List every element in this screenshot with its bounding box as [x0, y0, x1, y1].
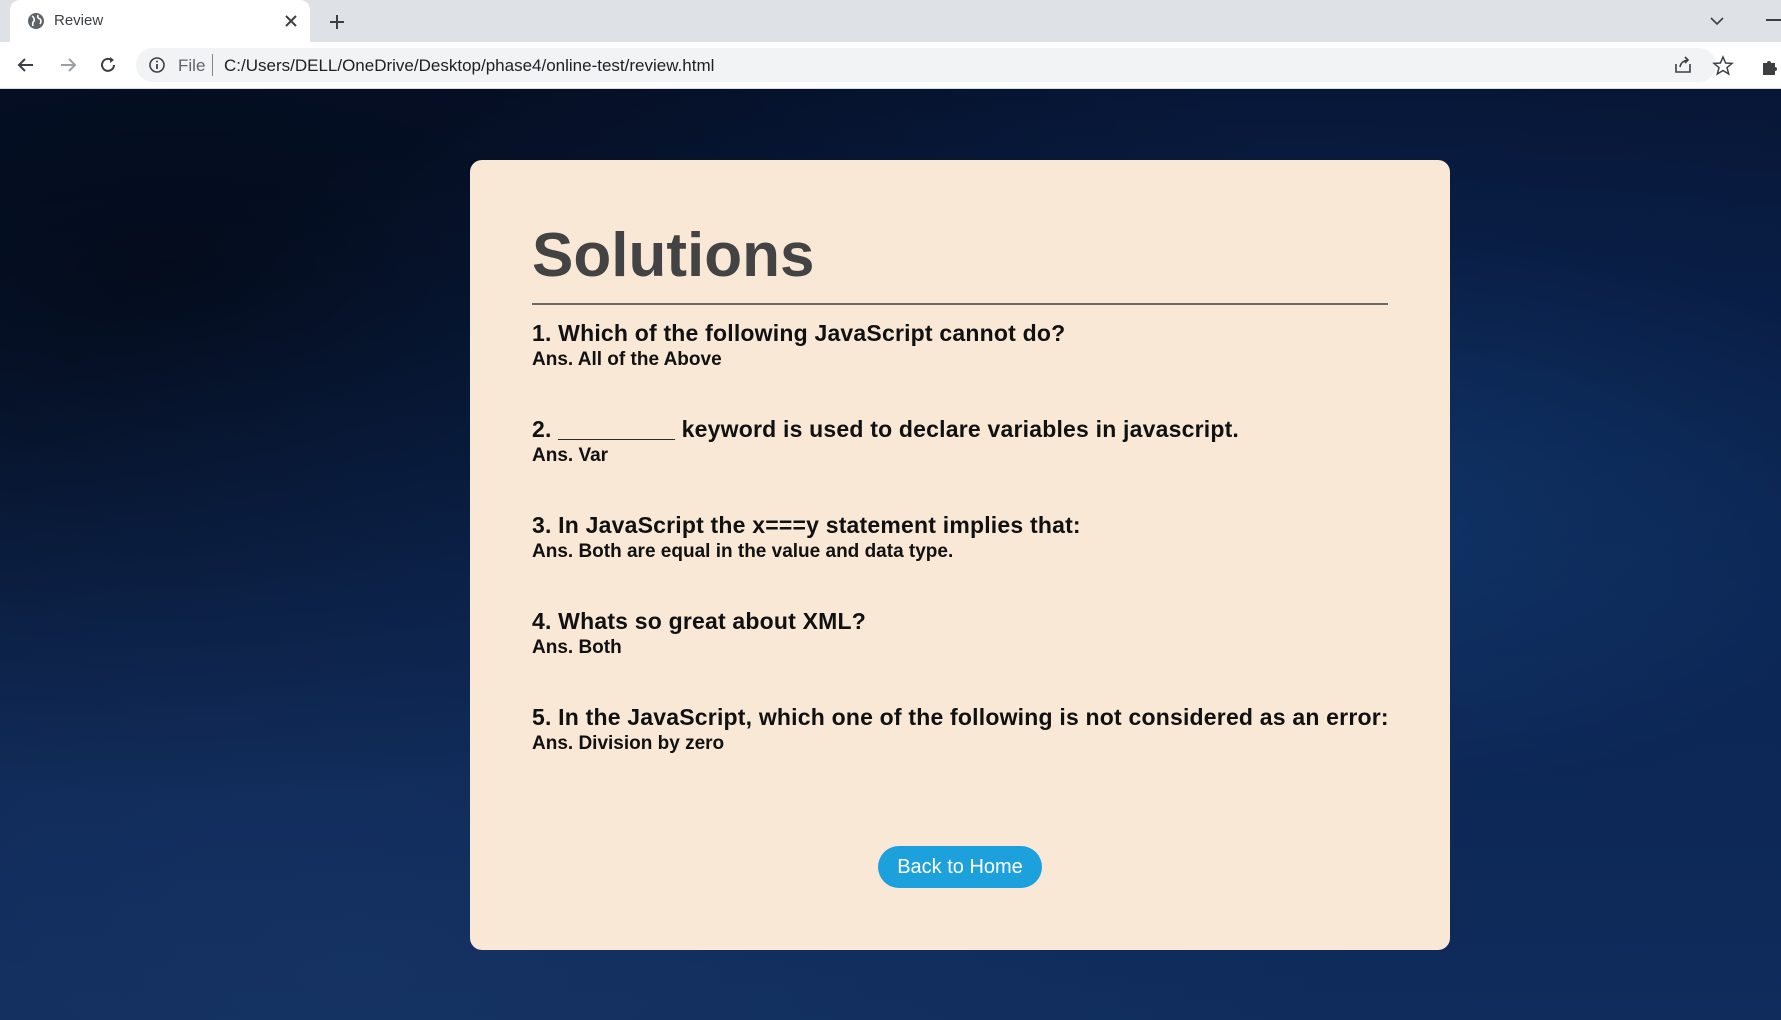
address-bar[interactable]: File C:/Users/DELL/OneDrive/Desktop/phas… [136, 48, 1716, 82]
globe-icon [28, 13, 44, 29]
answer-text: Ans. Var [532, 445, 609, 466]
question-text: 1. Which of the following JavaScript can… [532, 320, 1066, 346]
qa-item: 5. In the JavaScript, which one of the f… [532, 704, 1432, 755]
title-divider [532, 303, 1388, 305]
chevron-down-icon[interactable] [1706, 10, 1728, 32]
tab-title: Review [54, 12, 104, 29]
plus-icon[interactable] [324, 9, 350, 35]
solutions-card: Solutions 1. Which of the following Java… [470, 160, 1450, 950]
minimize-button[interactable] [1766, 19, 1781, 21]
star-icon[interactable] [1712, 55, 1734, 77]
scheme-label: File [178, 56, 206, 75]
browser-toolbar: File C:/Users/DELL/OneDrive/Desktop/phas… [0, 42, 1781, 89]
question-text: 2. _________ keyword is used to declare … [532, 416, 1240, 442]
answer-text: Ans. Both are equal in the value and dat… [532, 541, 954, 562]
reload-icon[interactable] [94, 51, 122, 79]
forward-arrow-icon[interactable] [54, 51, 82, 79]
tab-strip: Review [0, 0, 1781, 42]
question-text: 4. Whats so great about XML? [532, 608, 867, 634]
browser-tab[interactable]: Review [10, 0, 310, 42]
answer-text: Ans. Both [532, 637, 622, 658]
qa-item: 1. Which of the following JavaScript can… [532, 320, 1432, 371]
answer-text: Ans. Division by zero [532, 733, 725, 754]
qa-item: 3. In JavaScript the x===y statement imp… [532, 512, 1432, 563]
back-arrow-icon[interactable] [12, 51, 40, 79]
share-icon[interactable] [1672, 54, 1694, 76]
back-to-home-button[interactable]: Back to Home [878, 846, 1042, 888]
page-viewport: Solutions 1. Which of the following Java… [0, 89, 1781, 1020]
scheme-separator [212, 54, 213, 76]
page-title: Solutions [532, 221, 815, 290]
qa-item: 2. _________ keyword is used to declare … [532, 416, 1432, 467]
close-icon[interactable] [280, 10, 302, 32]
question-text: 3. In JavaScript the x===y statement imp… [532, 512, 1081, 538]
answer-text: Ans. All of the Above [532, 349, 722, 370]
extensions-icon[interactable] [1760, 55, 1781, 77]
question-text: 5. In the JavaScript, which one of the f… [532, 704, 1389, 730]
url-text[interactable]: C:/Users/DELL/OneDrive/Desktop/phase4/on… [224, 56, 714, 76]
qa-item: 4. Whats so great about XML? Ans. Both [532, 608, 1432, 659]
info-icon[interactable] [148, 56, 166, 74]
